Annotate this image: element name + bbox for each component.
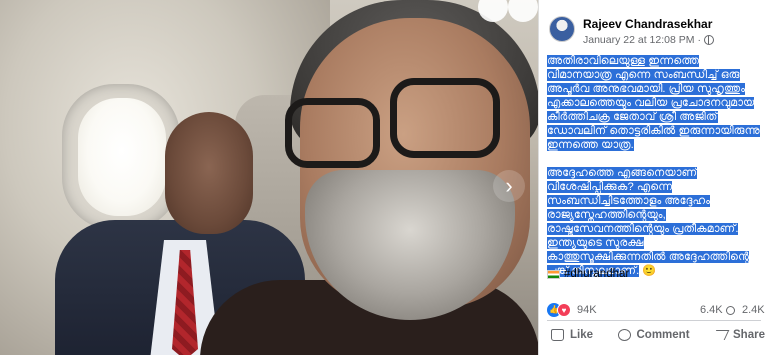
post-paragraph-2: അദ്ദേഹത്തെ എങ്ങനെയാണ് വിശേഷിപ്പിക്കുക? എ… bbox=[547, 167, 750, 277]
love-reaction-icon: ♥ bbox=[557, 303, 571, 317]
glasses-left-lens bbox=[285, 98, 380, 168]
like-button[interactable]: Like bbox=[547, 324, 597, 346]
post-photo[interactable]: › bbox=[0, 0, 538, 355]
photo-viewer: › Rajeev Chandrasekhar January 22 at 12:… bbox=[0, 0, 768, 355]
globe-icon bbox=[704, 35, 714, 45]
person-left-head bbox=[165, 112, 253, 234]
share-count-value: 2.4K bbox=[742, 304, 765, 316]
post-body: അതിരാവിലെയുള്ള ഇന്നത്തെ വിമാനയാത്ര എന്നെ… bbox=[547, 54, 765, 292]
glasses-right-lens bbox=[390, 78, 500, 158]
like-label: Like bbox=[570, 329, 594, 341]
top-overlay-button-2[interactable] bbox=[508, 0, 538, 22]
window-glass bbox=[78, 98, 166, 216]
comment-count[interactable]: 6.4K bbox=[700, 304, 735, 316]
author-name[interactable]: Rajeev Chandrasekhar bbox=[583, 17, 712, 31]
comment-icon bbox=[617, 329, 631, 341]
share-icon bbox=[711, 330, 730, 340]
action-bar: Like Comment Share bbox=[547, 324, 768, 346]
thumbs-up-icon bbox=[551, 329, 564, 341]
divider bbox=[547, 320, 761, 321]
hashtag-line: #dhurandhar bbox=[547, 268, 629, 280]
smile-emoji-icon: 🙂 bbox=[642, 265, 657, 277]
share-label: Share bbox=[733, 329, 765, 341]
next-photo-button[interactable]: › bbox=[493, 170, 525, 202]
comment-count-value: 6.4K bbox=[700, 304, 723, 316]
india-flag-icon bbox=[547, 269, 560, 279]
post-date[interactable]: January 22 at 12:08 PM bbox=[583, 34, 695, 46]
post-side-panel: Rajeev Chandrasekhar January 22 at 12:08… bbox=[538, 0, 768, 355]
avatar[interactable] bbox=[549, 16, 575, 42]
comment-bubble-icon bbox=[725, 305, 735, 315]
post-meta: January 22 at 12:08 PM · bbox=[583, 34, 714, 46]
reaction-summary: 👍 ♥ 94K 6.4K 2.4K bbox=[547, 303, 768, 319]
share-count[interactable]: 2.4K bbox=[742, 304, 768, 316]
comment-label: Comment bbox=[636, 329, 690, 341]
hashtag-link[interactable]: #dhurandhar bbox=[564, 268, 629, 280]
chevron-right-icon: › bbox=[505, 173, 513, 198]
post-header: Rajeev Chandrasekhar January 22 at 12:08… bbox=[547, 14, 767, 50]
reaction-count[interactable]: 94K bbox=[577, 304, 597, 316]
share-button[interactable]: Share bbox=[710, 324, 768, 346]
post-paragraph-1: അതിരാവിലെയുള്ള ഇന്നത്തെ വിമാനയാത്ര എന്നെ… bbox=[547, 55, 760, 151]
comment-button[interactable]: Comment bbox=[614, 324, 694, 346]
